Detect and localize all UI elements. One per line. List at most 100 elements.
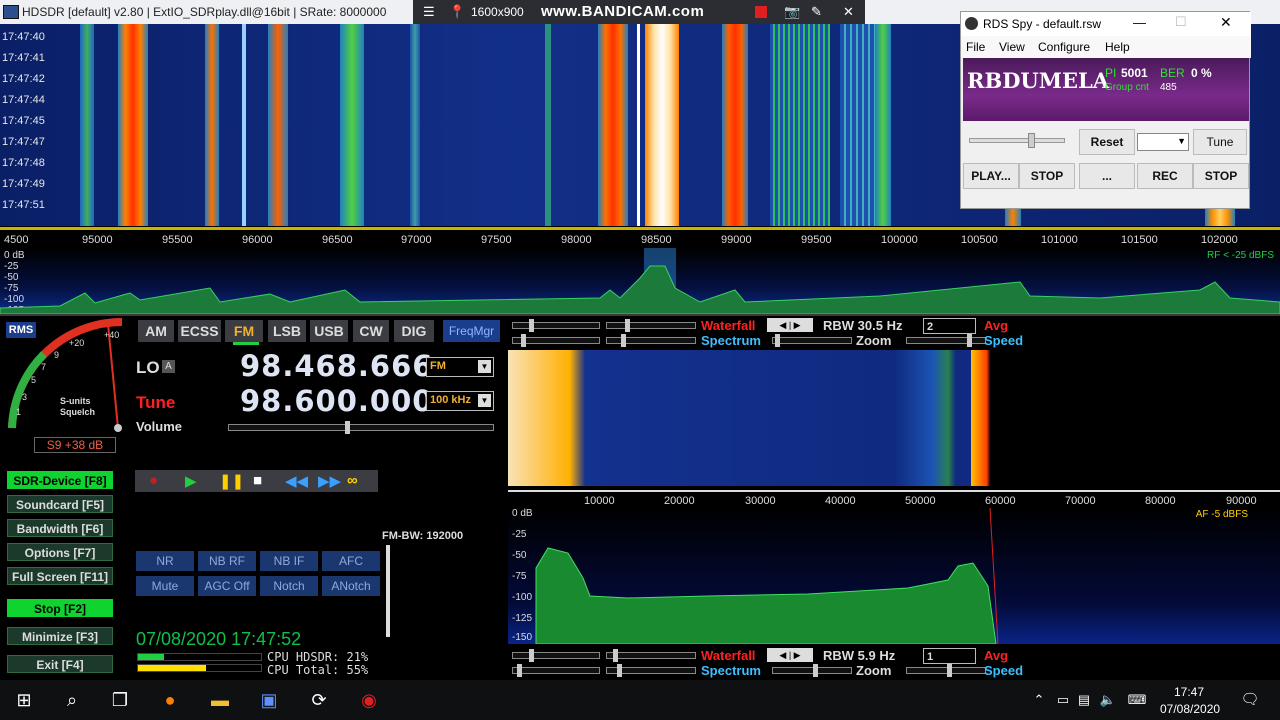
rds-rec-button[interactable]: REC [1137,163,1193,189]
rds-reset-button[interactable]: Reset [1079,129,1135,155]
wf-contrast-slider[interactable] [606,319,696,332]
notification-icon[interactable]: 🗨 [1238,688,1262,712]
sp2-contrast-slider[interactable] [606,664,696,677]
af-tick: 60000 [985,495,1016,507]
sp2-brightness-slider[interactable] [512,664,600,677]
search-icon[interactable]: ⌕ [60,688,84,712]
minimize-icon[interactable]: — [1133,15,1146,30]
avg-select-2[interactable]: 1 [923,648,976,664]
speed-slider-top[interactable] [906,334,986,347]
mode-am[interactable]: AM [138,320,174,342]
pencil-icon[interactable]: ✎ [811,4,822,20]
record-icon[interactable] [755,6,767,18]
sdr-device-button[interactable]: SDR-Device [F8] [7,471,113,489]
windows-start-icon[interactable]: ⊞ [12,688,36,712]
nb-rf-button[interactable]: NB RF [198,551,256,571]
close-icon[interactable]: ✕ [843,4,854,20]
rewind-icon[interactable]: ◀◀ [285,472,308,490]
stop-icon[interactable]: ■ [253,472,262,489]
afc-button[interactable]: AFC [322,551,380,571]
sync-icon[interactable]: ⟳ [307,688,331,712]
zoom-slider-bottom[interactable] [772,664,852,677]
play-icon[interactable]: ▶ [185,472,197,490]
af-tick: 10000 [584,495,615,507]
wf2-brightness-slider[interactable] [512,649,600,662]
agc-button[interactable]: AGC Off [198,576,256,596]
bandwidth-button[interactable]: Bandwidth [F6] [7,519,113,537]
lo-mode-select[interactable]: FM ▼ [426,357,494,377]
file-explorer-icon[interactable]: ▬ [208,688,232,712]
fm-bandwidth-slider[interactable] [386,545,390,637]
fast-forward-icon[interactable]: ▶▶ [318,472,341,490]
tune-step-select[interactable]: 100 kHz ▼ [426,391,494,411]
rds-rec-stop-button[interactable]: STOP [1193,163,1249,189]
af-frequency-scale[interactable]: 10000 20000 30000 40000 50000 60000 7000… [508,490,1280,508]
lo-tag[interactable]: A [162,360,175,373]
time-label: 17:47:40 [2,31,45,43]
minimize-button[interactable]: Minimize [F3] [7,627,113,645]
nr-button[interactable]: NR [136,551,194,571]
sp-brightness-slider[interactable] [512,334,600,347]
chevron-down-icon: ▼ [478,360,491,373]
firefox-icon[interactable]: ● [158,688,182,712]
wf2-contrast-slider[interactable] [606,649,696,662]
menu-icon[interactable]: ☰ [423,4,435,20]
speed-slider-bottom[interactable] [906,664,986,677]
rf-frequency-scale[interactable]: 4500 95000 95500 96000 96500 97000 97500… [0,227,1280,248]
rf-spectrum[interactable]: 0 dB -25 -50 -75 -100 -125 RF < -25 dBFS [0,248,1280,316]
rds-stop-button[interactable]: STOP [1019,163,1075,189]
pause-icon[interactable]: ❚❚ [219,472,244,490]
bandicam-taskbar-icon[interactable]: ◉ [357,688,381,712]
menu-help[interactable]: Help [1105,40,1130,54]
volume-icon[interactable]: 🔈 [1096,688,1120,712]
rds-level-slider[interactable] [969,133,1065,148]
keyboard-icon[interactable]: ⌨ [1125,688,1149,712]
taskbar-time[interactable]: 17:47 [1174,685,1204,699]
menu-view[interactable]: View [999,40,1025,54]
stop-button[interactable]: Stop [F2] [7,599,113,617]
af-spectrum[interactable]: 0 dB -25 -50 -75 -100 -125 -150 AF -5 dB… [508,508,1280,644]
wf-brightness-slider[interactable] [512,319,600,332]
mute-button[interactable]: Mute [136,576,194,596]
zoom-slider-top[interactable] [772,334,852,347]
loop-icon[interactable]: ∞ [347,472,358,489]
record-icon[interactable]: ● [149,472,158,489]
anotch-button[interactable]: ANotch [322,576,380,596]
task-view-icon[interactable]: ❐ [108,688,132,712]
mode-cw[interactable]: CW [353,320,389,342]
volume-slider[interactable] [228,421,494,434]
lo-frequency[interactable]: 98.468.666 [240,349,433,383]
tune-frequency[interactable]: 98.600.000 [240,384,433,418]
chevron-up-icon[interactable]: ⌃ [1027,688,1051,712]
mode-ecss[interactable]: ECSS [178,320,221,342]
exit-button[interactable]: Exit [F4] [7,655,113,673]
mode-usb[interactable]: USB [310,320,348,342]
close-icon[interactable]: ✕ [1220,14,1232,31]
rbw-arrows[interactable]: ◀ | ▶ [767,318,813,332]
taskbar-date[interactable]: 07/08/2020 [1160,702,1220,716]
nb-if-button[interactable]: NB IF [260,551,318,571]
freqmgr-button[interactable]: FreqMgr [443,320,500,342]
soundcard-button[interactable]: Soundcard [F5] [7,495,113,513]
fullscreen-button[interactable]: Full Screen [F11] [7,567,113,585]
rds-browse-button[interactable]: ... [1079,163,1135,189]
rds-select[interactable]: ▼ [1137,133,1189,151]
hdsdr-taskbar-icon[interactable]: ▣ [257,688,281,712]
options-button[interactable]: Options [F7] [7,543,113,561]
menu-file[interactable]: File [966,40,985,54]
af-waterfall[interactable] [508,350,1280,486]
mode-fm[interactable]: FM [225,320,263,342]
mode-lsb[interactable]: LSB [268,320,306,342]
network-icon[interactable]: ▤ [1072,688,1096,712]
sp-contrast-slider[interactable] [606,334,696,347]
menu-configure[interactable]: Configure [1038,40,1090,54]
rds-tune-button[interactable]: Tune [1193,129,1247,155]
rds-play-button[interactable]: PLAY... [963,163,1019,189]
mode-dig[interactable]: DIG [394,320,434,342]
maximize-icon[interactable]: ☐ [1175,14,1187,30]
avg-select[interactable]: 2 [923,318,976,334]
rbw-arrows-2[interactable]: ◀ | ▶ [767,648,813,662]
pin-icon[interactable]: 📍 [449,4,465,20]
notch-button[interactable]: Notch [260,576,318,596]
camera-icon[interactable]: 📷 [784,4,800,20]
